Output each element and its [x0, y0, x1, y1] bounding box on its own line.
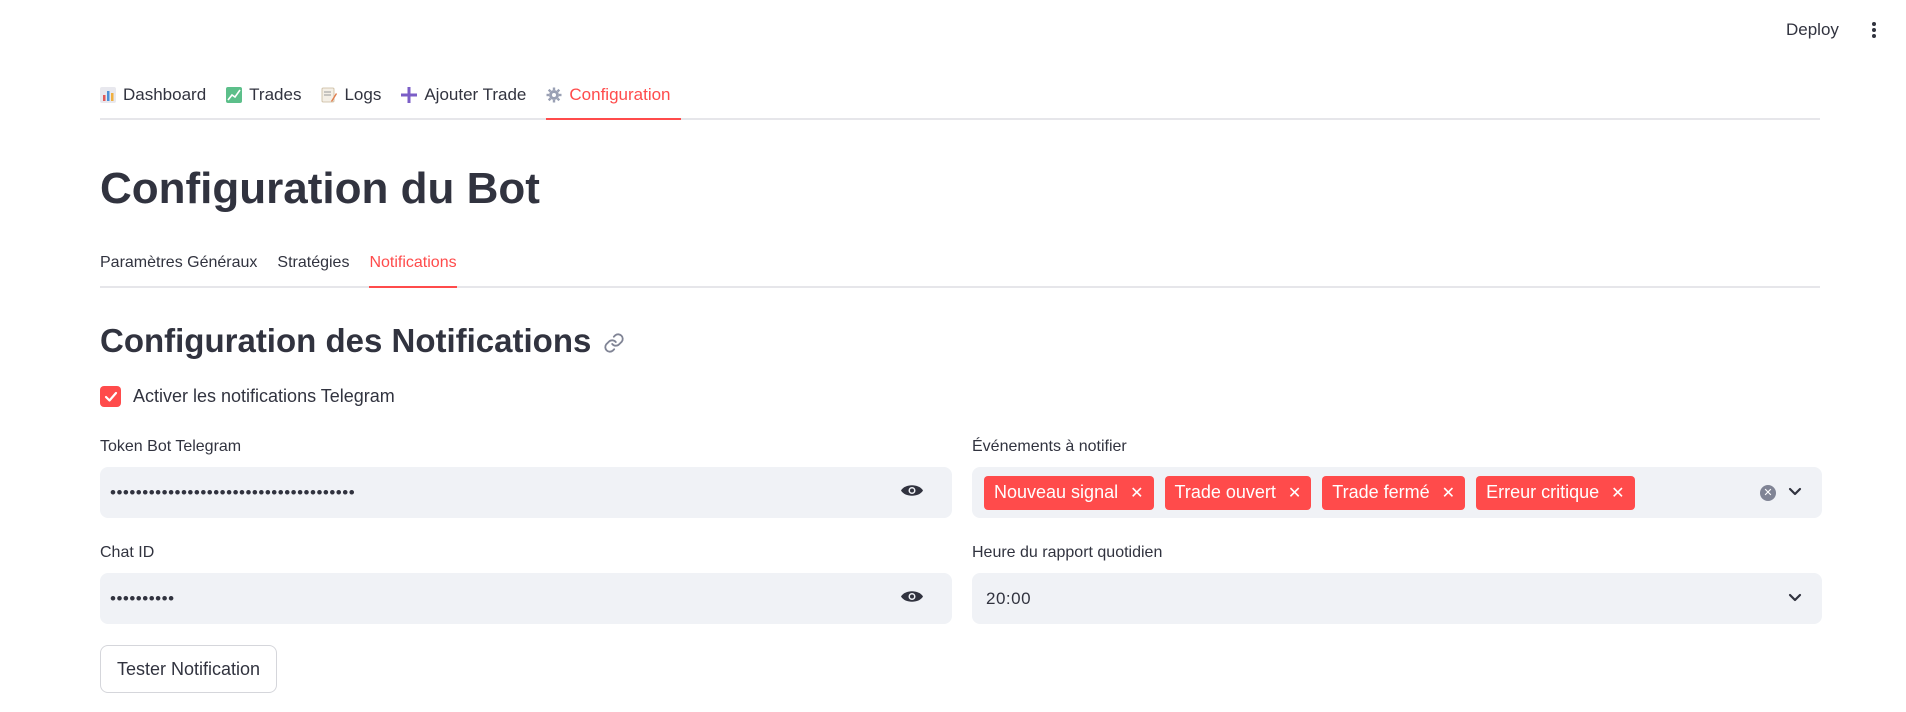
- tab-trades[interactable]: Trades: [226, 82, 311, 120]
- section-title-text: Configuration des Notifications: [100, 322, 592, 359]
- remove-tag-icon[interactable]: ✕: [1288, 483, 1301, 503]
- chevron-down-icon[interactable]: [1788, 590, 1802, 608]
- chat-id-value: ••••••••••: [110, 588, 175, 608]
- tab-label: Configuration: [569, 85, 671, 104]
- tab-configuration[interactable]: Configuration: [546, 82, 681, 120]
- bar-chart-icon: [100, 87, 116, 103]
- chevron-down-icon[interactable]: [1788, 484, 1802, 502]
- report-time-label: Heure du rapport quotidien: [972, 544, 1163, 561]
- config-tabs: Paramètres Généraux Stratégies Notificat…: [100, 250, 1820, 288]
- checkbox-label: Activer les notifications Telegram: [133, 386, 395, 406]
- tab-label: Dashboard: [123, 85, 207, 104]
- kebab-menu-icon[interactable]: [1866, 18, 1882, 42]
- tab-label: Ajouter Trade: [424, 85, 527, 104]
- tab-dashboard[interactable]: Dashboard: [100, 82, 216, 120]
- remove-tag-icon[interactable]: ✕: [1130, 483, 1143, 503]
- tag-trade-ouvert[interactable]: Trade ouvert ✕: [1164, 475, 1312, 510]
- telegram-notifications-checkbox[interactable]: Activer les notifications Telegram: [100, 386, 395, 407]
- tag-erreur-critique[interactable]: Erreur critique ✕: [1476, 475, 1635, 510]
- tab-parametres-generaux[interactable]: Paramètres Généraux: [100, 250, 257, 288]
- chat-id-input[interactable]: ••••••••••: [100, 573, 952, 624]
- tab-notifications[interactable]: Notifications: [369, 250, 457, 288]
- tag-trade-ferme[interactable]: Trade fermé ✕: [1322, 475, 1466, 510]
- checkbox-checked-icon[interactable]: [100, 386, 121, 407]
- link-icon[interactable]: [603, 324, 625, 362]
- memo-icon: [321, 87, 338, 103]
- token-value: ••••••••••••••••••••••••••••••••••••••: [110, 482, 356, 502]
- report-time-select[interactable]: 20:00: [972, 573, 1822, 624]
- main-tabs: Dashboard Trades Logs Ajouter Trade Conf…: [100, 82, 1820, 120]
- clear-icon[interactable]: ✕: [1760, 484, 1776, 501]
- events-label: Événements à notifier: [972, 438, 1127, 455]
- selected-tags: Nouveau signal ✕ Trade ouvert ✕ Trade ferm…: [972, 475, 1646, 510]
- tag-label: Nouveau signal: [994, 482, 1119, 502]
- token-input[interactable]: ••••••••••••••••••••••••••••••••••••••: [100, 467, 952, 518]
- section-title: Configuration des Notifications: [100, 320, 625, 362]
- remove-tag-icon[interactable]: ✕: [1442, 483, 1455, 503]
- tab-label: Trades: [249, 85, 302, 104]
- events-multiselect[interactable]: Nouveau signal ✕ Trade ouvert ✕ Trade ferm…: [972, 467, 1822, 518]
- tab-label: Logs: [344, 85, 382, 104]
- report-time-value: 20:00: [986, 588, 1032, 608]
- gear-icon: [546, 87, 562, 103]
- deploy-button[interactable]: Deploy: [1786, 20, 1839, 40]
- remove-tag-icon[interactable]: ✕: [1611, 483, 1624, 503]
- tag-label: Trade ouvert: [1174, 482, 1276, 502]
- eye-icon[interactable]: [900, 588, 924, 609]
- test-notification-button[interactable]: Tester Notification: [100, 645, 278, 693]
- tag-label: Erreur critique: [1486, 482, 1600, 502]
- plus-icon: [401, 87, 418, 103]
- eye-icon[interactable]: [900, 482, 924, 503]
- tag-nouveau-signal[interactable]: Nouveau signal ✕: [984, 475, 1154, 510]
- page-title: Configuration du Bot: [100, 164, 540, 213]
- tab-strategies[interactable]: Stratégies: [277, 250, 349, 288]
- tab-logs[interactable]: Logs: [321, 82, 391, 120]
- tab-ajouter-trade[interactable]: Ajouter Trade: [401, 82, 536, 120]
- token-label: Token Bot Telegram: [100, 438, 242, 455]
- chat-id-label: Chat ID: [100, 544, 155, 561]
- chart-increasing-icon: [226, 87, 243, 103]
- tag-label: Trade fermé: [1332, 482, 1430, 502]
